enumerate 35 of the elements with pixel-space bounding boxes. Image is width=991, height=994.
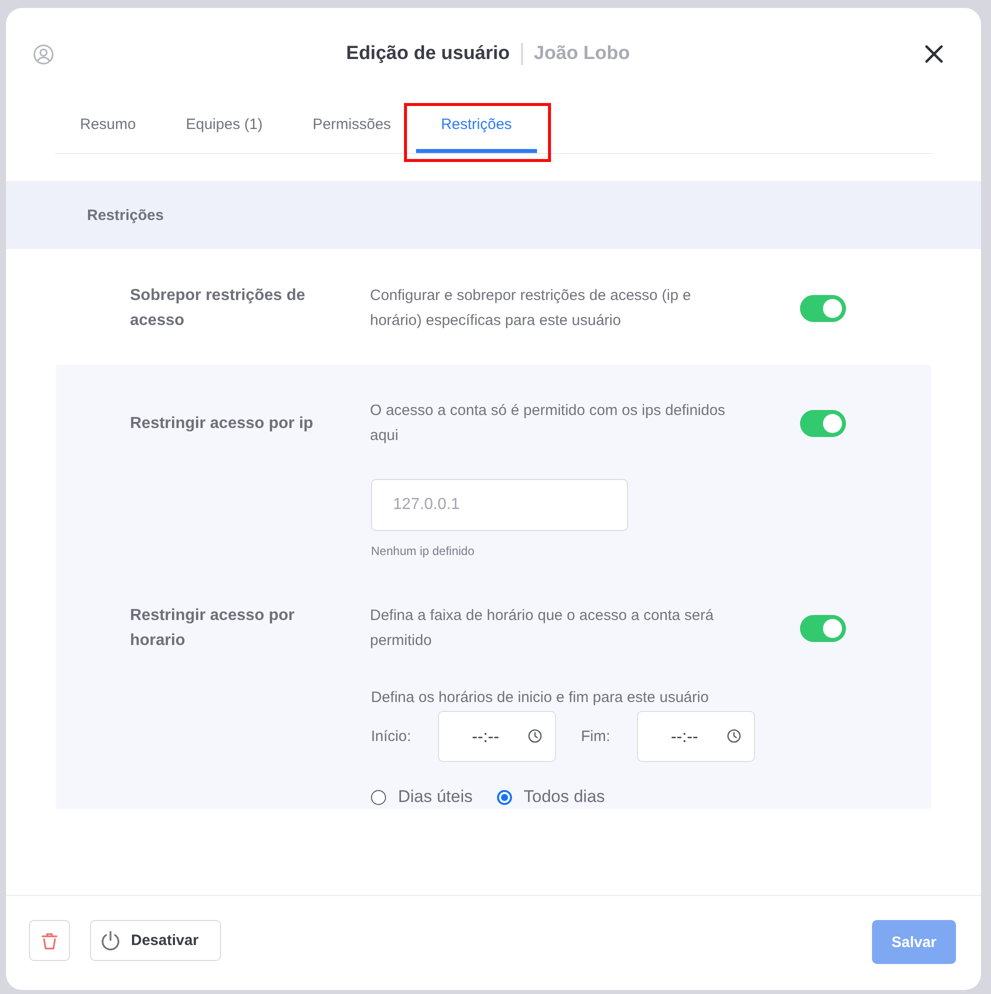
toggle-switch[interactable] — [800, 294, 846, 322]
radio-label[interactable]: Todos dias — [524, 786, 605, 808]
tab[interactable]: Restrições — [416, 100, 537, 153]
tab[interactable]: Permissões — [288, 100, 416, 153]
dialog-title: Edição de usuário — [346, 43, 510, 65]
user-name: João Lobo — [534, 43, 630, 65]
delete-button[interactable] — [29, 920, 70, 961]
toggle-switch[interactable] — [800, 410, 846, 436]
power-icon — [100, 930, 121, 951]
clock-icon — [528, 729, 542, 743]
setting-label: Restringir acesso por ip — [130, 414, 314, 434]
clock-icon — [727, 729, 741, 743]
deactivate-button[interactable]: Desativar — [90, 920, 221, 961]
time-input-field[interactable]: --:-- — [637, 711, 755, 762]
setting-label: Sobrepor restrições de acesso — [130, 286, 306, 331]
tab[interactable]: Resumo — [55, 100, 161, 153]
schedule-instruction: Defina os horários de inicio e fim para este usuário — [371, 688, 709, 708]
ip-input-field[interactable]: 127.0.0.1 — [371, 479, 628, 531]
setting-description: Defina a faixa de horário que o acesso a conta será permitido — [370, 606, 715, 651]
tab[interactable]: Equipes (1) — [160, 100, 288, 153]
field-hint: Nenhum ip definido — [371, 544, 474, 558]
trash-icon — [41, 932, 58, 950]
setting-label: Restringir acesso por horario — [130, 606, 296, 651]
time-label: Início: — [371, 728, 412, 745]
radio-label[interactable]: Dias úteis — [398, 786, 473, 808]
setting-description: O acesso a conta só é permitido com os ips definidos aqui — [370, 401, 726, 446]
radio-button[interactable] — [496, 790, 512, 804]
section-title: Restrições — [87, 206, 164, 224]
time-label: Fim: — [581, 728, 612, 745]
user-icon — [33, 44, 54, 64]
time-input-field[interactable]: --:-- — [438, 711, 556, 762]
close-icon[interactable] — [925, 45, 943, 63]
radio-button[interactable] — [371, 790, 386, 804]
toggle-switch[interactable] — [800, 614, 846, 642]
setting-description: Configurar e sobrepor restrições de acesso (ip e horário) específicas para este usuário — [370, 286, 692, 331]
